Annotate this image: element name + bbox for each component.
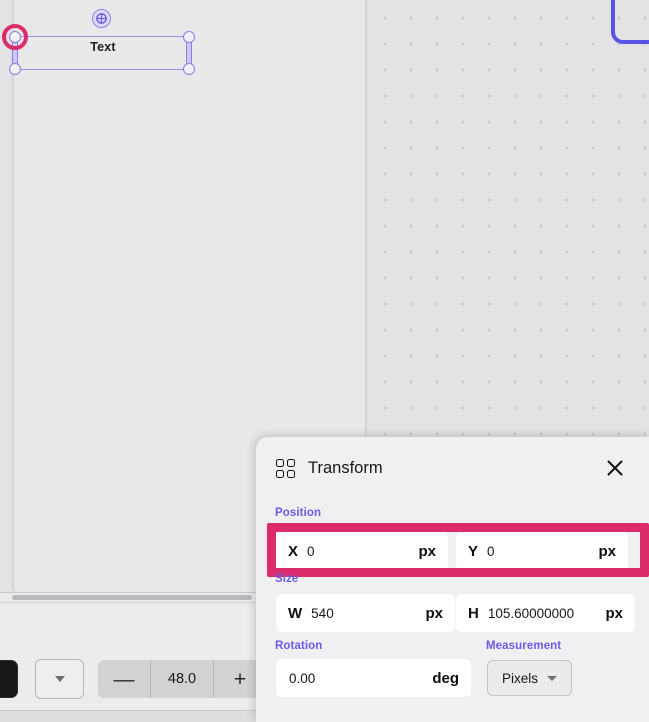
- decrease-button[interactable]: —: [98, 660, 150, 698]
- style-dropdown-button[interactable]: [35, 659, 84, 699]
- purple-shape-outline[interactable]: [611, 0, 649, 44]
- position-y-prefix: Y: [468, 542, 479, 560]
- position-x-input[interactable]: X 0 px: [276, 532, 448, 570]
- position-x-unit: px: [418, 542, 436, 560]
- app-root: Text — 48.0 + Transform Position X 0 px …: [0, 0, 649, 722]
- size-height-value[interactable]: 105.60000000: [488, 606, 606, 621]
- rotation-unit: deg: [432, 669, 459, 687]
- selected-text-element[interactable]: Text: [15, 37, 191, 58]
- rotate-handle-icon[interactable]: [92, 9, 111, 28]
- measurement-selected-value: Pixels: [502, 670, 539, 686]
- chevron-down-icon: [54, 676, 65, 682]
- toolbar-controls: — 48.0 +: [0, 655, 266, 703]
- resize-handle-top-right[interactable]: [183, 31, 195, 43]
- position-y-value[interactable]: 0: [487, 544, 598, 559]
- grid-2x2-icon: [276, 458, 295, 478]
- color-swatch[interactable]: [0, 660, 18, 698]
- size-width-unit: px: [425, 604, 443, 622]
- font-size-stepper[interactable]: — 48.0 +: [98, 660, 266, 698]
- size-width-prefix: W: [288, 604, 303, 622]
- resize-handle-bottom-right[interactable]: [183, 63, 195, 75]
- font-size-value[interactable]: 48.0: [151, 660, 213, 698]
- position-x-prefix: X: [288, 542, 299, 560]
- chevron-down-icon: [547, 675, 558, 681]
- size-height-prefix: H: [468, 604, 479, 622]
- highlight-ring-top-left-handle: [2, 24, 28, 50]
- size-height-input[interactable]: H 105.60000000 px: [456, 594, 635, 632]
- measurement-label: Measurement: [486, 640, 562, 652]
- size-width-input[interactable]: W 540 px: [276, 594, 455, 632]
- size-height-unit: px: [605, 604, 623, 622]
- selection-frame[interactable]: Text: [9, 31, 195, 75]
- resize-handle-bottom-left[interactable]: [9, 63, 21, 75]
- size-label: Size: [275, 573, 299, 585]
- panel-title: Transform: [308, 458, 383, 477]
- transform-panel: Transform Position X 0 px Y 0 px Size W …: [256, 437, 649, 722]
- position-y-input[interactable]: Y 0 px: [456, 532, 628, 570]
- rotation-value[interactable]: 0.00: [289, 671, 432, 686]
- close-icon[interactable]: [605, 458, 625, 478]
- horizontal-scrollbar-thumb[interactable]: [12, 595, 252, 600]
- rotation-input[interactable]: 0.00 deg: [276, 659, 471, 697]
- position-label: Position: [275, 507, 322, 519]
- transform-panel-header: Transform: [256, 437, 649, 499]
- rotation-label: Rotation: [275, 640, 323, 652]
- size-width-value[interactable]: 540: [311, 606, 425, 621]
- position-x-value[interactable]: 0: [307, 544, 418, 559]
- position-y-unit: px: [598, 542, 616, 560]
- measurement-select[interactable]: Pixels: [487, 660, 572, 696]
